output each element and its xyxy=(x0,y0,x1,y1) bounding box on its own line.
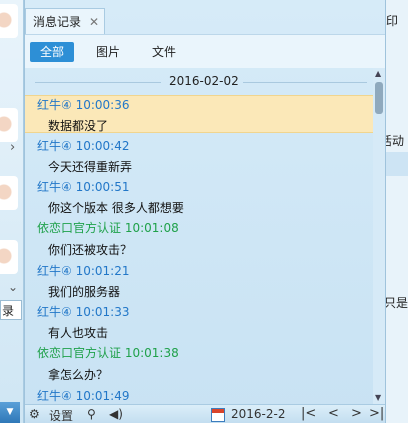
selected-row xyxy=(386,152,408,176)
message-header: 依恋口官方认证 10:01:38 xyxy=(37,344,179,361)
background-window-strip-right: 印 活动 只是 xyxy=(386,0,408,423)
avatar xyxy=(0,176,18,210)
message-time: 10:01:49 xyxy=(75,389,130,403)
left-dropdown[interactable]: 录 xyxy=(0,300,22,320)
scroll-down-icon[interactable]: ▼ xyxy=(375,393,381,402)
bottom-toolbar: ⚙ 设置 ⚲ ◀) 2016-2-2 |< < > >| xyxy=(25,404,385,423)
message-header: 红牛④ 10:00:51 xyxy=(37,178,130,195)
message-header: 依恋口官方认证 10:01:08 xyxy=(37,219,179,236)
message-text: 今天还得重新弄 xyxy=(48,160,133,174)
next-page-button[interactable]: > xyxy=(351,406,362,421)
calendar-icon[interactable] xyxy=(211,408,225,422)
message-list[interactable]: 2016-02-02 红牛④ 10:00:36 数据都没了 红牛④ 10:00:… xyxy=(25,68,373,404)
message-time: 10:00:36 xyxy=(75,98,130,112)
avatar xyxy=(0,4,18,38)
message-text: 我们的服务器 xyxy=(48,285,121,299)
message-time: 10:01:33 xyxy=(75,305,130,319)
message-time: 10:00:42 xyxy=(75,139,130,153)
right-strip-text: 只是 xyxy=(386,296,408,310)
message-header: 红牛④ 10:00:36 xyxy=(37,96,130,113)
sender-name: 红牛④ xyxy=(37,139,72,153)
message-text: 数据都没了 xyxy=(48,119,109,133)
date-header: 2016-02-02 xyxy=(169,74,239,88)
message-text: 你这个版本 很多人都想要 xyxy=(48,201,184,215)
sender-name: 红牛④ xyxy=(37,389,72,403)
filter-images[interactable]: 图片 xyxy=(86,42,130,62)
first-page-button[interactable]: |< xyxy=(301,406,316,421)
avatar xyxy=(0,240,18,274)
message-time: 10:01:08 xyxy=(124,221,179,235)
last-page-button[interactable]: >| xyxy=(369,406,384,421)
sender-name: 红牛④ xyxy=(37,264,72,278)
date-separator: 2016-02-02 xyxy=(25,74,373,90)
message-header: 红牛④ 10:01:33 xyxy=(37,303,130,320)
message-header: 红牛④ 10:01:21 xyxy=(37,262,130,279)
search-icon[interactable]: ⚲ xyxy=(87,407,96,421)
divider xyxy=(243,82,367,83)
filter-all[interactable]: 全部 xyxy=(30,42,75,62)
prev-page-button[interactable]: < xyxy=(328,406,339,421)
avatar xyxy=(0,108,18,142)
filter-files[interactable]: 文件 xyxy=(142,42,186,62)
message-header: 红牛④ 10:00:42 xyxy=(37,137,130,154)
background-window-strip: › ⌄ 录 ▼ xyxy=(0,0,24,423)
divider xyxy=(35,82,161,83)
scroll-up-icon[interactable]: ▲ xyxy=(375,69,381,78)
message-text: 你们还被攻击？ xyxy=(48,243,133,257)
right-strip-text: 印 xyxy=(386,14,399,28)
right-strip-text: 活动 xyxy=(386,134,405,148)
sender-name: 依恋口官方认证 xyxy=(37,221,122,235)
settings-button[interactable]: 设置 xyxy=(49,407,73,423)
sender-name: 红牛④ xyxy=(37,180,72,194)
chevron-down-icon[interactable]: ⌄ xyxy=(8,280,18,294)
speaker-icon[interactable]: ◀) xyxy=(109,407,123,421)
gear-icon[interactable]: ⚙ xyxy=(29,407,40,421)
chevron-right-icon[interactable]: › xyxy=(10,140,15,155)
message-time: 10:00:51 xyxy=(75,180,130,194)
close-icon[interactable]: ✕ xyxy=(89,15,99,29)
message-text: 有人也攻击 xyxy=(48,326,109,340)
message-text: 拿怎么办？ xyxy=(48,368,109,382)
message-history-panel: 消息记录 ✕ 全部 图片 文件 2016-02-02 红牛④ 10:00:36 … xyxy=(24,0,386,423)
sender-name: 红牛④ xyxy=(37,305,72,319)
date-picker[interactable]: 2016-2-2 xyxy=(231,407,285,421)
message-time: 10:01:21 xyxy=(75,264,130,278)
tab-label: 消息记录 xyxy=(33,15,82,29)
message-header: 红牛④ 10:01:49 xyxy=(37,387,130,404)
triangle-down-icon[interactable]: ▼ xyxy=(0,402,20,423)
sender-name: 红牛④ xyxy=(37,98,72,112)
message-time: 10:01:38 xyxy=(124,346,179,360)
sender-name: 依恋口官方认证 xyxy=(37,346,122,360)
scrollbar-thumb[interactable] xyxy=(375,82,383,114)
filter-bar: 全部 图片 文件 xyxy=(25,34,385,68)
vertical-scrollbar[interactable]: ▲ ▼ xyxy=(373,68,385,404)
tab-message-history[interactable]: 消息记录 ✕ xyxy=(25,8,105,34)
